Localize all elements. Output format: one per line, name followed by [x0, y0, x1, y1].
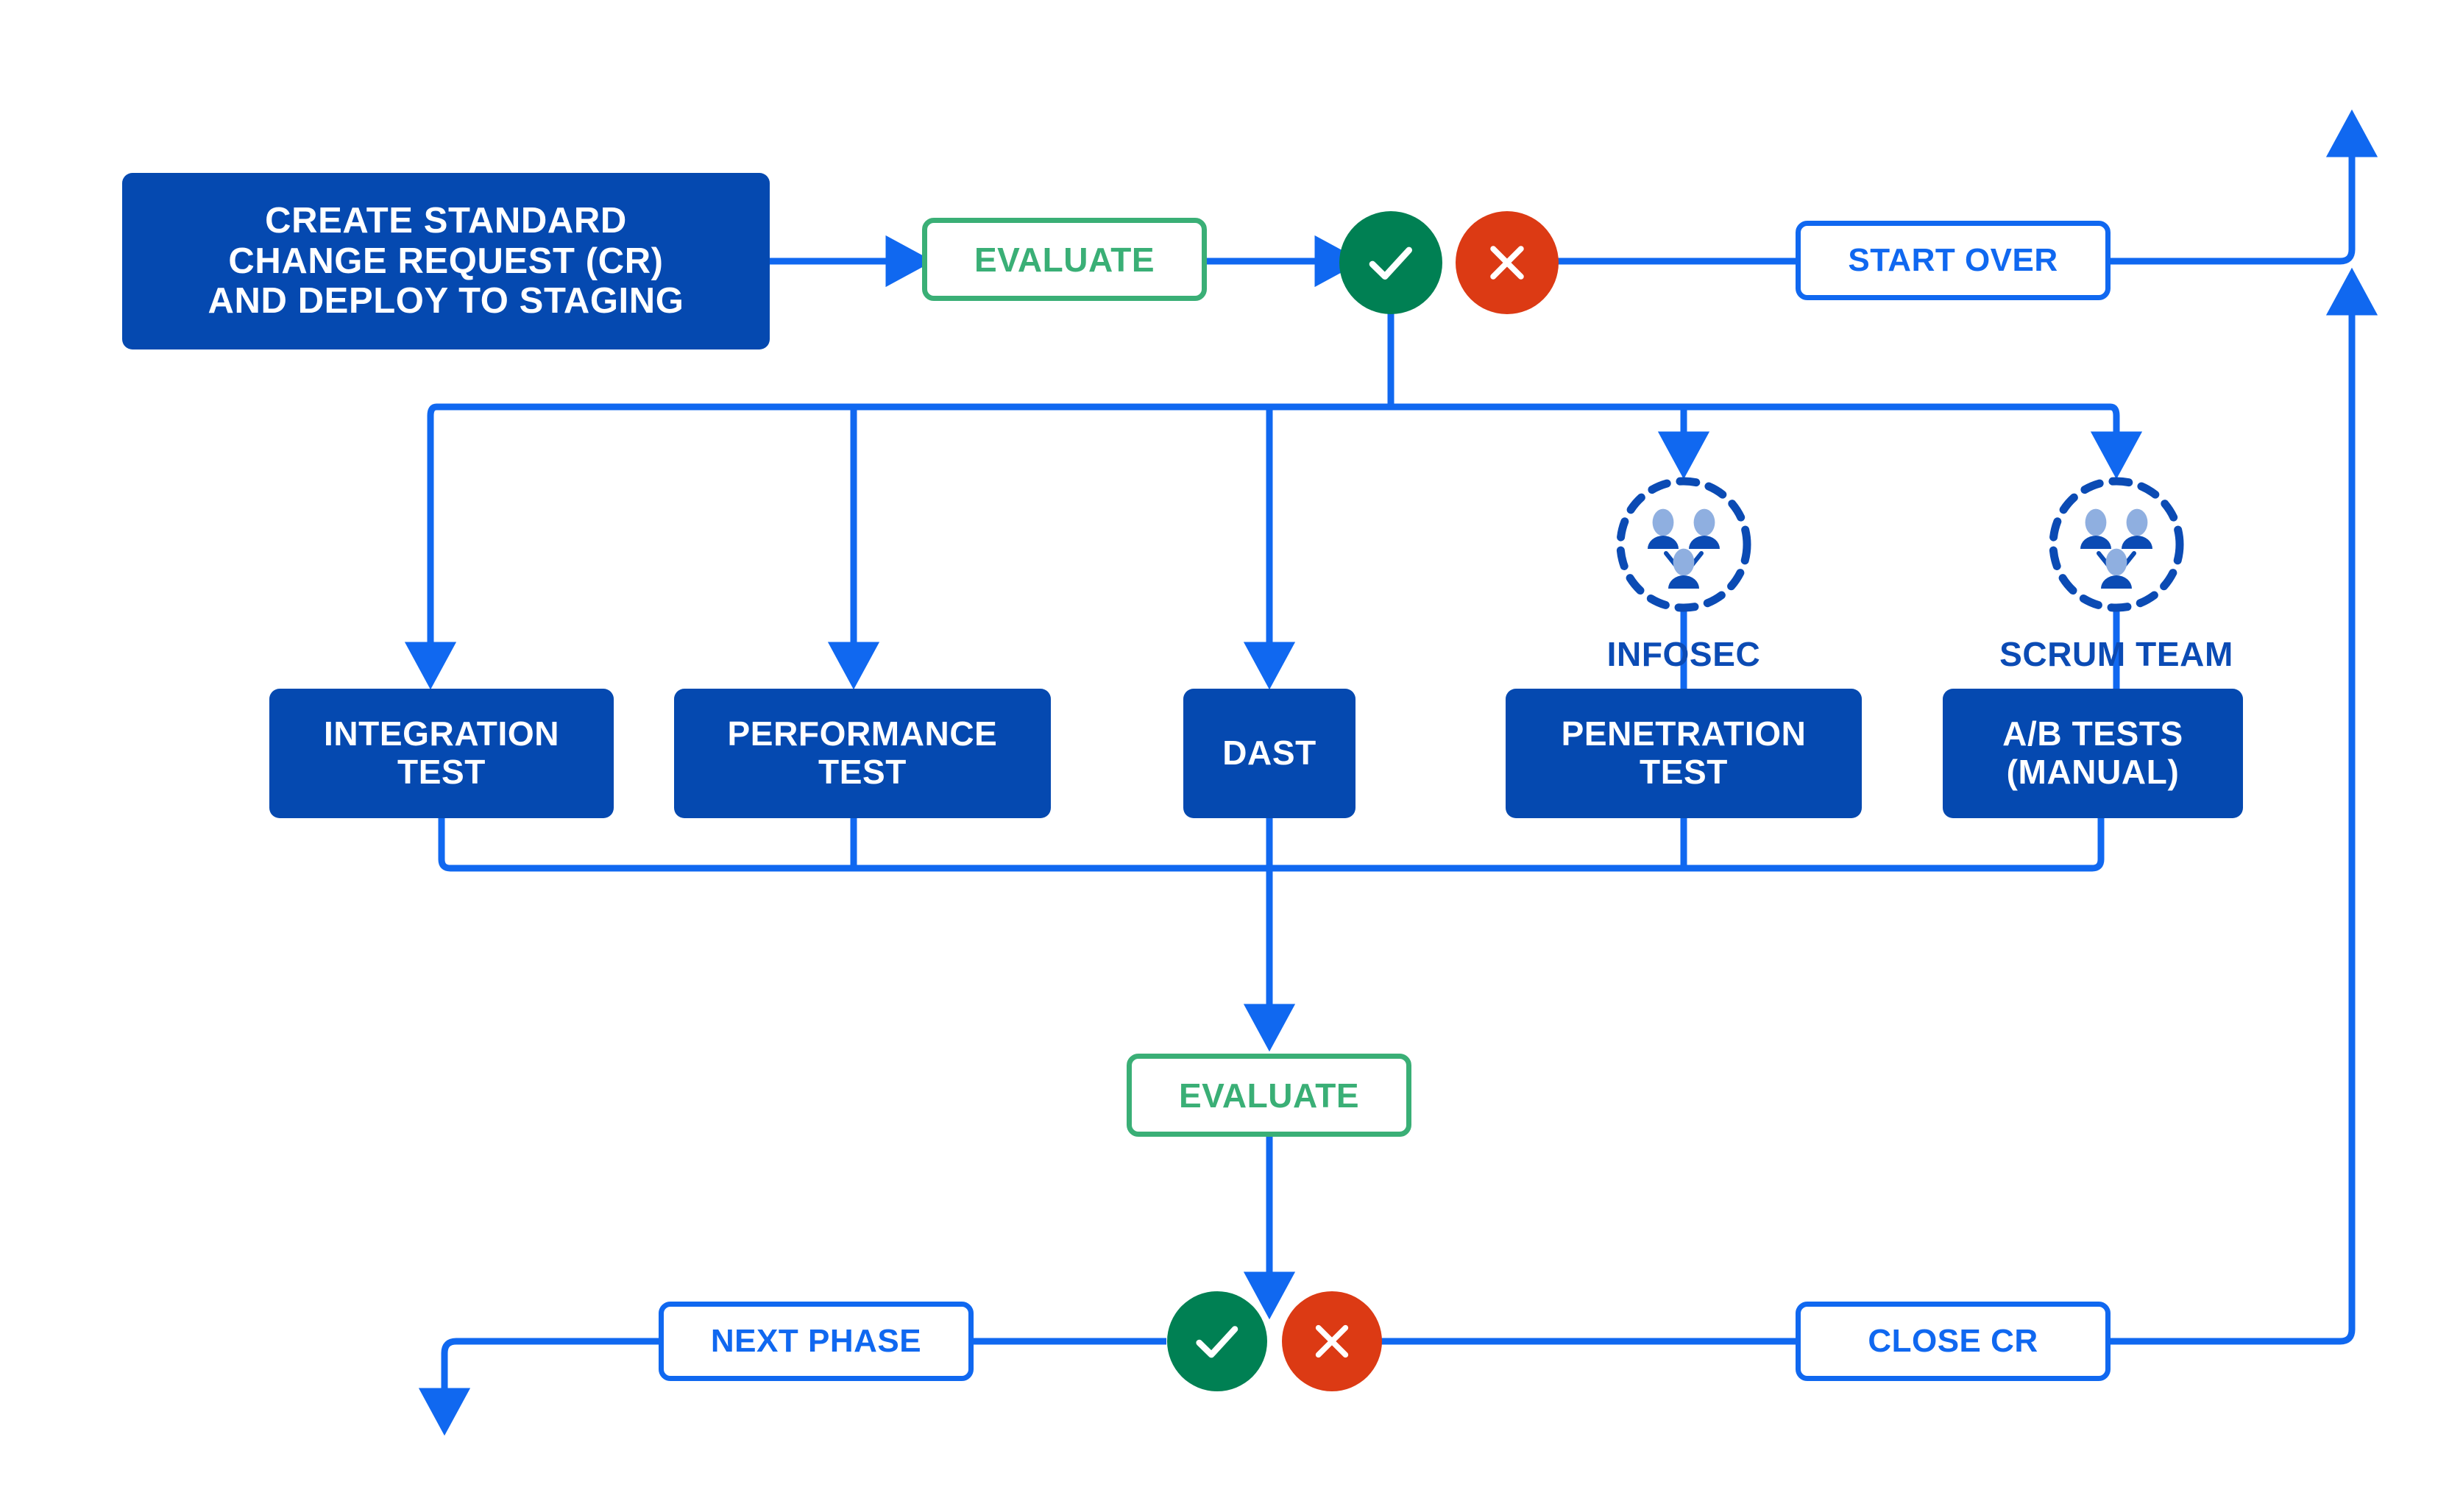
create-cr-line-3: AND DEPLOY TO STAGING: [208, 281, 684, 322]
node-penetration-test[interactable]: PENETRATION TEST: [1506, 689, 1862, 818]
ab-tests-line-2: (MANUAL): [2006, 753, 2180, 791]
performance-test-line-2: TEST: [818, 753, 907, 791]
start-over-label: START OVER: [1848, 242, 2058, 278]
caption-infosec: INFOSEC: [1537, 634, 1831, 674]
node-close-cr[interactable]: CLOSE CR: [1796, 1302, 2111, 1381]
performance-test-line-1: PERFORMANCE: [727, 714, 998, 753]
bus-right-cap: [2090, 403, 2143, 480]
evaluate-bottom-label: EVALUATE: [1178, 1076, 1360, 1115]
node-ab-tests[interactable]: A/B TESTS (MANUAL): [1943, 689, 2243, 818]
check-icon: [1196, 1326, 1238, 1358]
node-performance-test[interactable]: PERFORMANCE TEST: [674, 689, 1051, 818]
flowchart-canvas: CREATE STANDARD CHANGE REQUEST (CR) AND …: [0, 0, 2463, 1512]
infosec-group-icon-wrap: [1610, 471, 1757, 618]
node-dast[interactable]: DAST: [1183, 689, 1355, 818]
bus-left-cap: [404, 403, 457, 690]
evaluate-top-label: EVALUATE: [974, 240, 1155, 279]
scrum-team-label: SCRUM TEAM: [1999, 635, 2233, 673]
node-evaluate-top[interactable]: EVALUATE: [922, 218, 1207, 301]
create-cr-line-2: CHANGE REQUEST (CR): [228, 241, 664, 281]
riser-integration: [438, 818, 451, 872]
close-cr-label: CLOSE CR: [1868, 1323, 2038, 1359]
riser-ab: [2091, 818, 2105, 872]
people-group-icon: [1616, 477, 1751, 612]
cross-icon: [1315, 1324, 1349, 1358]
infosec-label: INFOSEC: [1606, 635, 1761, 673]
next-phase-label: NEXT PHASE: [710, 1323, 922, 1359]
node-evaluate-bottom[interactable]: EVALUATE: [1127, 1054, 1411, 1137]
cross-icon: [1490, 246, 1524, 280]
node-integration-test[interactable]: INTEGRATION TEST: [269, 689, 614, 818]
node-create-change-request[interactable]: CREATE STANDARD CHANGE REQUEST (CR) AND …: [122, 173, 770, 349]
penetration-test-line-2: TEST: [1640, 753, 1728, 791]
caption-scrum-team: SCRUM TEAM: [1932, 634, 2300, 674]
people-group-icon: [2049, 477, 2184, 612]
status-fail-bottom[interactable]: [1282, 1291, 1382, 1391]
status-fail-top[interactable]: [1456, 211, 1559, 314]
check-icon: [1369, 246, 1412, 280]
status-pass-top[interactable]: [1339, 211, 1442, 314]
ab-tests-line-1: A/B TESTS: [2002, 714, 2183, 753]
penetration-test-line-1: PENETRATION: [1561, 714, 1807, 753]
create-cr-line-1: CREATE STANDARD: [265, 200, 627, 241]
node-start-over[interactable]: START OVER: [1796, 221, 2111, 300]
scrum-group-icon-wrap: [2043, 471, 2190, 618]
wire-startover-loop: [2111, 109, 2378, 265]
wire-nextphase-loop: [418, 1338, 659, 1436]
status-pass-bottom[interactable]: [1167, 1291, 1267, 1391]
integration-test-line-2: TEST: [397, 753, 486, 791]
node-next-phase[interactable]: NEXT PHASE: [659, 1302, 974, 1381]
dast-line-1: DAST: [1222, 734, 1316, 773]
integration-test-line-1: INTEGRATION: [323, 714, 560, 753]
wire-closecr-loop: [2111, 267, 2378, 1345]
